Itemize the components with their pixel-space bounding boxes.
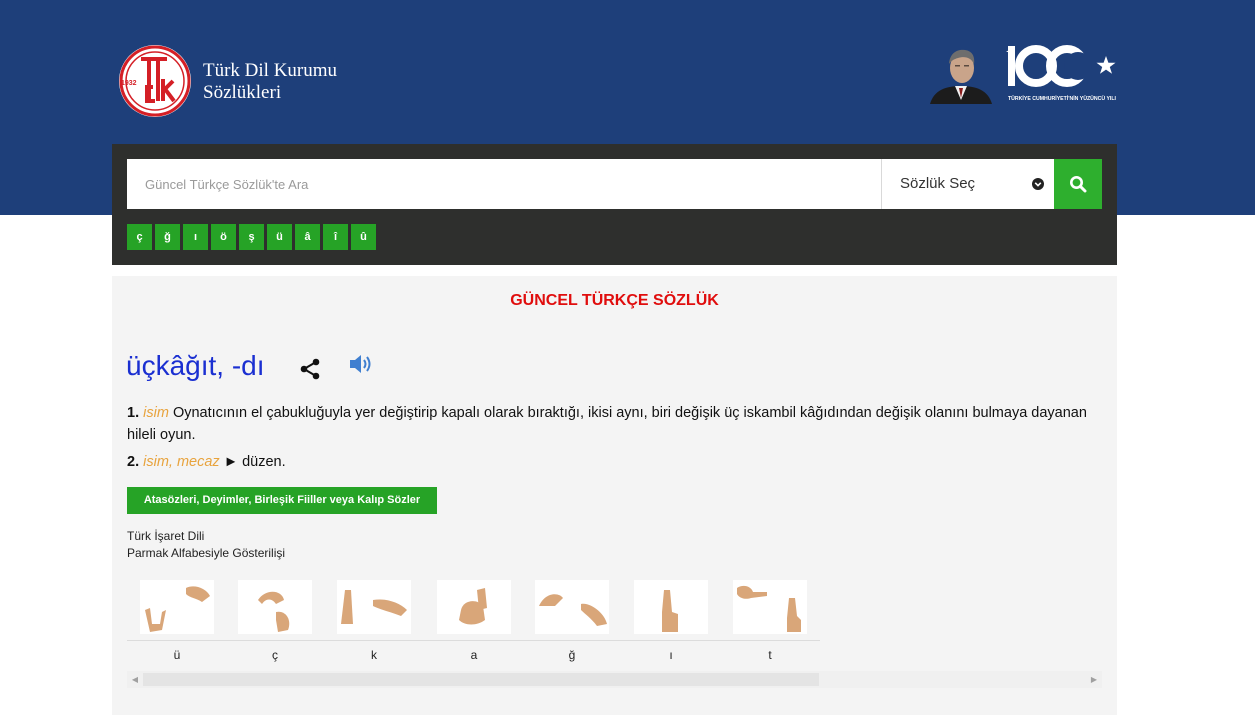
ataturk-portrait-image (930, 49, 992, 104)
char-button-u-circumflex[interactable]: û (351, 224, 376, 250)
sign-letter-dotless-i: ı (669, 648, 673, 662)
scroll-right-arrow-icon[interactable]: ▶ (1086, 671, 1102, 688)
dictionary-select[interactable]: Sözlük Seç (881, 159, 1054, 209)
char-button-c-cedilla[interactable]: ç (127, 224, 152, 250)
centennial-100-logo: TÜRKİYE CUMHURİYETİ'NİN YÜZÜNCÜ YILI (1006, 45, 1117, 102)
char-button-u-umlaut[interactable]: ü (267, 224, 292, 250)
horizontal-scrollbar[interactable]: ◀ ▶ (127, 671, 1102, 688)
meaning-1-number: 1. (127, 405, 140, 421)
sign-image-t (733, 580, 807, 634)
centennial-caption: TÜRKİYE CUMHURİYETİ'NİN YÜZÜNCÜ YILI (1008, 95, 1117, 102)
idioms-button[interactable]: Atasözleri, Deyimler, Birleşik Fiiller v… (127, 487, 437, 514)
brand-line-1: Türk Dil Kurumu (203, 60, 338, 81)
search-panel: Sözlük Seç ç ğ ı ö ş ü â î û (112, 144, 1117, 265)
sign-letter-t: t (768, 648, 772, 662)
headword: üçkâğıt, -dı (126, 350, 265, 381)
meaning-1-text: Oynatıcının el çabukluğuyla yer değiştir… (127, 405, 1087, 443)
sign-image-c-cedilla (238, 580, 312, 634)
char-button-s-cedilla[interactable]: ş (239, 224, 264, 250)
brand-line-2: Sözlükleri (203, 82, 282, 103)
brand-title[interactable]: Türk Dil Kurumu Sözlükleri (203, 60, 337, 104)
char-button-a-circumflex[interactable]: â (295, 224, 320, 250)
entry-content: GÜNCEL TÜRKÇE SÖZLÜK üçkâğıt, -dı 1. isi… (112, 276, 1117, 715)
share-icon[interactable] (298, 357, 322, 381)
fingerspelling-strip: ü ç k a ğ ı t (127, 580, 820, 672)
fingerspelling-divider (127, 640, 820, 641)
sign-letter-k: k (371, 648, 377, 662)
sign-image-a (437, 580, 511, 634)
meaning-2-pos: isim, mecaz (143, 454, 220, 470)
char-button-o-umlaut[interactable]: ö (211, 224, 236, 250)
meaning-1: 1. isim Oynatıcının el çabukluğuyla yer … (127, 402, 1087, 446)
sign-image-g-breve (535, 580, 609, 634)
meaning-2-text[interactable]: ► düzen. (224, 454, 286, 470)
dictionary-title: GÜNCEL TÜRKÇE SÖZLÜK (510, 292, 719, 309)
sign-image-k (337, 580, 411, 634)
search-button[interactable] (1054, 159, 1102, 209)
chevron-down-icon (1032, 178, 1044, 190)
scrollbar-thumb[interactable] (143, 673, 819, 686)
sign-image-u (140, 580, 214, 634)
search-icon (1070, 176, 1087, 193)
sign-language-label: Türk İşaret Dili (127, 529, 205, 543)
meaning-1-pos: isim (143, 405, 169, 421)
meaning-2: 2. isim, mecaz ► düzen. (127, 451, 1087, 473)
sign-letter-a: a (470, 648, 478, 662)
tdk-logo[interactable]: 1932 (117, 43, 193, 119)
char-button-dotless-i[interactable]: ı (183, 224, 208, 250)
fingerspelling-label: Parmak Alfabesiyle Gösterilişi (127, 546, 286, 560)
logo-year: 1932 (121, 80, 137, 87)
sign-image-dotless-i (634, 580, 708, 634)
char-button-i-circumflex[interactable]: î (323, 224, 348, 250)
search-input[interactable] (127, 159, 881, 209)
sign-letter-u: ü (173, 648, 181, 662)
dictionary-select-label: Sözlük Seç (900, 175, 976, 192)
sign-letter-c-cedilla: ç (272, 648, 278, 662)
meaning-2-number: 2. (127, 454, 140, 470)
sign-letter-g-breve: ğ (568, 648, 576, 662)
char-button-g-breve[interactable]: ğ (155, 224, 180, 250)
scroll-left-arrow-icon[interactable]: ◀ (127, 671, 143, 688)
speaker-icon[interactable] (349, 353, 375, 375)
